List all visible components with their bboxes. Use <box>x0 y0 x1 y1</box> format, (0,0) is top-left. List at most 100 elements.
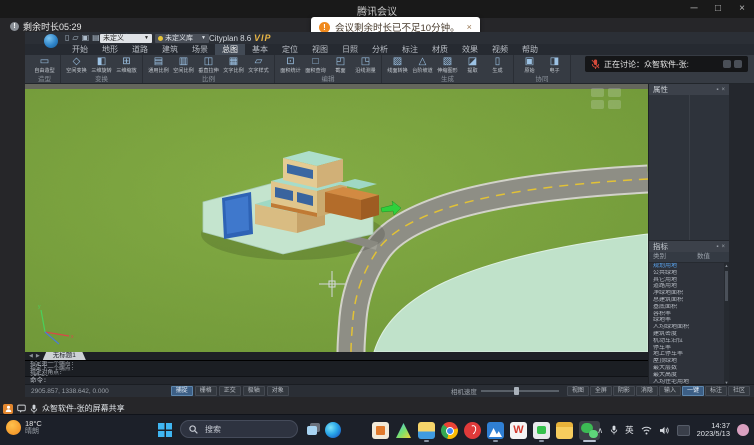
indicator-row[interactable]: 停车率 <box>649 345 729 352</box>
view-button-输入[interactable]: 输入 <box>659 386 681 396</box>
indicator-row[interactable]: 机动车泊位 <box>649 338 729 345</box>
folder-icon[interactable] <box>556 422 573 439</box>
ribbon-button-截面[interactable]: ◰截面 <box>328 56 353 75</box>
ribbon-button-文字比例[interactable]: ▦文字比例 <box>221 56 246 75</box>
toggle-对象[interactable]: 对象 <box>267 386 289 396</box>
camera-speed-slider[interactable] <box>481 390 559 392</box>
ribbon-tab-标注[interactable]: 标注 <box>395 44 425 55</box>
wps-office-icon[interactable]: W <box>510 422 527 439</box>
view-button-社区[interactable]: 社区 <box>728 386 750 396</box>
view-button-一键[interactable]: 一键 <box>682 386 704 396</box>
toggle-正交[interactable]: 正交 <box>219 386 241 396</box>
reaction-icon[interactable] <box>723 60 731 68</box>
input-method-indicator[interactable]: 英 <box>625 424 634 436</box>
indicator-row[interactable]: 公共绿地 <box>649 270 729 277</box>
toggle-栅格[interactable]: 栅格 <box>195 386 217 396</box>
hidden-icons-caret[interactable]: ∧ <box>597 426 603 435</box>
panel-close-icon[interactable]: × <box>721 244 725 250</box>
indicator-row[interactable]: 规划用地 <box>649 263 729 270</box>
ribbon-button-生成[interactable]: ▯生成 <box>485 56 510 75</box>
indicator-row[interactable]: 绿地率 <box>649 317 729 324</box>
start-button[interactable] <box>158 423 172 437</box>
scroll-thumb[interactable] <box>725 271 728 301</box>
ribbon-button-原始[interactable]: ▣原始 <box>517 56 542 75</box>
toast-close-icon[interactable]: × <box>467 22 472 32</box>
pin-icon[interactable]: ▪ <box>716 244 718 250</box>
toggle-捕捉[interactable]: 捕捉 <box>171 386 193 396</box>
wifi-icon[interactable] <box>641 426 652 435</box>
indicator-row[interactable]: 地上停车率 <box>649 351 729 358</box>
taskbar-weather-widget[interactable]: 18°C 晴朗 <box>6 419 42 436</box>
view-button-阴影[interactable]: 阴影 <box>613 386 635 396</box>
ribbon-tab-开始[interactable]: 开始 <box>65 44 95 55</box>
app-logo[interactable] <box>44 34 58 48</box>
ribbon-tab-日照[interactable]: 日照 <box>335 44 365 55</box>
ribbon-button-三维缩放[interactable]: ⊞三维缩放 <box>114 56 139 75</box>
indicator-row[interactable]: 净绿地面积 <box>649 290 729 297</box>
close-button[interactable]: × <box>736 2 748 16</box>
indicators-panel-header[interactable]: 指标 ▪ × <box>649 241 729 252</box>
indicator-row[interactable]: 总建筑面积 <box>649 297 729 304</box>
indicator-row[interactable]: 建筑密度 <box>649 331 729 338</box>
view-button-全屏[interactable]: 全屏 <box>590 386 612 396</box>
tab-scroll-left-icon[interactable]: ◀ <box>29 352 33 360</box>
task-view-button[interactable] <box>307 423 321 436</box>
indicator-row[interactable]: 屋顶绿地 <box>649 358 729 365</box>
ribbon-button-沿线测量[interactable]: ◳沿线测量 <box>353 56 378 75</box>
view-button-消隐[interactable]: 消隐 <box>636 386 658 396</box>
indicator-row[interactable]: 容积率 <box>649 311 729 318</box>
ribbon-tab-定位[interactable]: 定位 <box>275 44 305 55</box>
ribbon-tab-视频[interactable]: 视频 <box>485 44 515 55</box>
ribbon-tab-效果[interactable]: 效果 <box>455 44 485 55</box>
ribbon-tab-材质[interactable]: 材质 <box>425 44 455 55</box>
ribbon-button-面积统计[interactable]: ⊡面积统计 <box>278 56 303 75</box>
minimize-button[interactable]: ─ <box>688 2 700 16</box>
command-prompt[interactable]: 命令: <box>25 376 648 384</box>
indicator-row[interactable]: 最大层数 <box>649 365 729 372</box>
ribbon-button-通用比例[interactable]: ▤通用比例 <box>146 56 171 75</box>
triangle-app-icon[interactable] <box>395 422 412 439</box>
panel-close-icon[interactable]: × <box>721 87 725 93</box>
notification-badge[interactable] <box>737 424 749 436</box>
save-as-icon[interactable]: ▤ <box>92 33 100 43</box>
indicator-row[interactable]: 其它用地 <box>649 277 729 284</box>
view-button-标注[interactable]: 标注 <box>705 386 727 396</box>
music-app-icon[interactable] <box>464 422 481 439</box>
slider-thumb[interactable] <box>514 387 519 395</box>
pin-icon[interactable]: ▪ <box>716 87 718 93</box>
indicator-row[interactable]: 最大高度 <box>649 372 729 379</box>
ribbon-button-三维旋转[interactable]: ◧三维旋转 <box>89 56 114 75</box>
ribbon-button-垂直拉伸[interactable]: ◫垂直拉伸 <box>196 56 221 75</box>
viewport-3d-scene[interactable]: x y <box>25 84 648 352</box>
ribbon-button-电子[interactable]: ◨电子 <box>542 56 567 75</box>
indicator-row[interactable]: 基底面积 <box>649 304 729 311</box>
maximize-button[interactable]: □ <box>712 2 724 16</box>
viewport[interactable]: x y <box>25 84 648 352</box>
ribbon-button-面积查询[interactable]: □面积查询 <box>303 56 328 75</box>
drawing-tab-untitled[interactable]: 无标题1 <box>43 352 86 360</box>
chat-icon[interactable] <box>17 404 26 413</box>
ribbon-tab-分析[interactable]: 分析 <box>365 44 395 55</box>
save-icon[interactable]: ▣ <box>82 33 90 43</box>
ribbon-button-文字样式[interactable]: ▱文字样式 <box>246 56 271 75</box>
ribbon-tab-基本[interactable]: 基本 <box>245 44 275 55</box>
ribbon-tab-建筑[interactable]: 建筑 <box>155 44 185 55</box>
ribbon-button-空间比例[interactable]: ▥空间比例 <box>171 56 196 75</box>
open-file-icon[interactable]: ▱ <box>72 33 78 43</box>
ribbon-tab-帮助[interactable]: 帮助 <box>515 44 545 55</box>
tray-microphone-icon[interactable] <box>610 425 618 435</box>
ribbon-tab-道路[interactable]: 道路 <box>125 44 155 55</box>
search-input[interactable] <box>203 424 287 435</box>
ribbon-button-自由造型[interactable]: ▭自由造型 <box>32 56 57 75</box>
command-history[interactable]: 指定第一个端点:指定下一个端点:指定对角点:*取消* <box>25 360 648 376</box>
speaker-icon[interactable] <box>659 426 670 435</box>
ribbon-button-提取[interactable]: ◪提取 <box>460 56 485 75</box>
ribbon-tab-地形[interactable]: 地形 <box>95 44 125 55</box>
chat-app-icon[interactable] <box>533 422 550 439</box>
style-combo[interactable]: 未定义 ▼ <box>100 34 152 43</box>
ribbon-button-线面转换[interactable]: ▨线面转换 <box>385 56 410 75</box>
ribbon-tab-总图[interactable]: 总图 <box>215 44 245 55</box>
layer-combo[interactable]: 未定义库 ▼ <box>155 34 209 43</box>
indicator-row[interactable]: 人均绿地面积 <box>649 324 729 331</box>
ribbon-button-台阶坡道[interactable]: △台阶坡道 <box>410 56 435 75</box>
